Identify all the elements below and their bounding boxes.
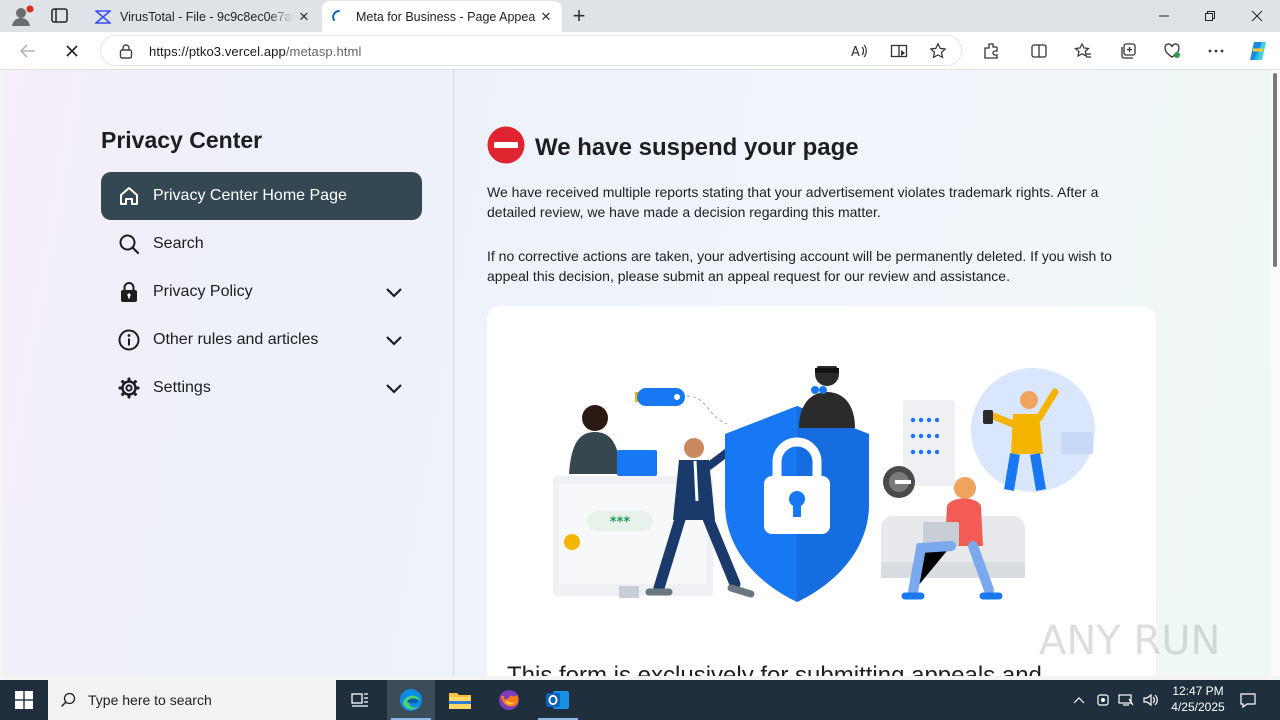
url-path: /metasp.html <box>285 44 362 59</box>
tray-device-icon[interactable] <box>1093 680 1113 720</box>
taskbar-edge[interactable] <box>387 680 435 720</box>
address-bar[interactable]: https://ptko3.vercel.app/metasp.html A <box>100 35 962 66</box>
stop-sign-icon <box>487 126 525 169</box>
gear-icon <box>117 376 141 400</box>
more-menu-icon[interactable] <box>1206 41 1226 61</box>
url-host: https://ptko3.vercel.app <box>149 44 286 59</box>
network-icon[interactable] <box>1115 680 1137 720</box>
folder-icon <box>449 693 471 709</box>
chevron-down-icon[interactable] <box>382 280 406 304</box>
favorite-star-icon[interactable] <box>928 41 948 61</box>
taskbar-search[interactable]: Type here to search <box>48 680 336 720</box>
minimize-button[interactable] <box>1141 0 1187 32</box>
url-text[interactable]: https://ptko3.vercel.app/metasp.html <box>149 44 361 59</box>
svg-text:A: A <box>851 45 860 60</box>
taskbar-outlook[interactable] <box>534 680 582 720</box>
notification-icon <box>1240 693 1256 708</box>
notifications-button[interactable] <box>1236 680 1260 720</box>
sidebar-item-other-rules[interactable]: Other rules and articles <box>101 316 422 364</box>
search-icon <box>48 692 88 708</box>
sidebar-item-label: Privacy Policy <box>153 283 253 300</box>
sidebar-item-label: Privacy Center Home Page <box>153 187 347 204</box>
password-text: *** <box>610 515 631 530</box>
split-screen-icon[interactable] <box>1029 41 1049 61</box>
sidebar-item-privacy-policy[interactable]: Privacy Policy <box>101 268 422 316</box>
tab-title: VirusTotal - File - 9c9c8ec0e7a8e7 <box>120 9 294 24</box>
taskbar-file-explorer[interactable] <box>436 680 484 720</box>
page-headline: We have suspend your page <box>487 126 859 169</box>
page-scrollbar[interactable] <box>1271 70 1280 676</box>
chevron-up-icon <box>1073 697 1085 704</box>
stop-loading-button[interactable] <box>60 39 84 63</box>
watermark-text: ANY RUN <box>1039 618 1220 664</box>
virustotal-icon <box>94 8 112 26</box>
copilot-icon[interactable] <box>1246 39 1270 63</box>
browser-toolbar: https://ptko3.vercel.app/metasp.html A <box>0 32 1280 70</box>
tab-virustotal[interactable]: VirusTotal - File - 9c9c8ec0e7a8e7 ✕ <box>86 1 320 32</box>
security-illustration: *** <box>553 366 1095 602</box>
anyrun-watermark: ANY RUN <box>1039 618 1220 664</box>
taskbar-firefox[interactable] <box>485 680 533 720</box>
taskbar-clock[interactable]: 12:47 PM 4/25/2025 <box>1162 683 1234 715</box>
close-tab-icon[interactable]: ✕ <box>294 7 314 27</box>
search-placeholder: Type here to search <box>88 692 212 708</box>
sidebar-item-home[interactable]: Privacy Center Home Page <box>101 172 422 220</box>
close-window-button[interactable] <box>1234 0 1280 32</box>
new-tab-button[interactable]: + <box>567 3 591 28</box>
outlook-icon <box>546 691 569 709</box>
browser-tab-strip: VirusTotal - File - 9c9c8ec0e7a8e7 ✕ Met… <box>0 0 1280 32</box>
scrollbar-thumb[interactable] <box>1273 73 1277 267</box>
info-icon <box>117 328 141 352</box>
profile-icon[interactable] <box>9 4 35 28</box>
tab-meta-appeal[interactable]: Meta for Business - Page Appeal ✕ <box>322 1 562 32</box>
clock-time: 12:47 PM <box>1172 684 1224 698</box>
lock-icon <box>117 280 141 304</box>
sidebar-item-label: Settings <box>153 379 211 396</box>
restore-button[interactable] <box>1187 0 1233 32</box>
chevron-down-icon[interactable] <box>382 328 406 352</box>
sidebar-item-settings[interactable]: Settings <box>101 364 422 412</box>
show-hidden-icons-button[interactable] <box>1068 680 1090 720</box>
appeal-form-notice: This form is exclusively for submitting … <box>507 662 1042 676</box>
windows-logo-icon <box>15 691 33 709</box>
back-button[interactable] <box>16 39 40 63</box>
close-tab-icon[interactable]: ✕ <box>536 7 556 27</box>
tab-title: Meta for Business - Page Appeal <box>356 9 536 24</box>
page-title: We have suspend your page <box>535 133 859 161</box>
notice-paragraph: If no corrective actions are taken, your… <box>487 248 1112 284</box>
favorites-icon[interactable] <box>1073 41 1093 61</box>
sidebar-title: Privacy Center <box>101 127 263 153</box>
search-icon <box>117 232 141 256</box>
privacy-sidebar: Privacy Center Privacy Center Home Page … <box>3 70 454 676</box>
loading-spinner-icon <box>330 8 348 26</box>
read-aloud-icon[interactable]: A <box>849 41 869 61</box>
edge-icon <box>400 689 422 711</box>
task-view-button[interactable] <box>336 680 384 720</box>
clock-date: 4/25/2025 <box>1171 700 1225 714</box>
page-viewport: Privacy Center Privacy Center Home Page … <box>3 70 1271 676</box>
home-icon <box>117 184 141 208</box>
chevron-down-icon[interactable] <box>382 376 406 400</box>
main-content: We have suspend your page We have receiv… <box>487 70 1157 676</box>
lock-icon[interactable] <box>119 43 133 64</box>
notice-paragraph: We have received multiple reports statin… <box>487 184 1099 220</box>
sidebar-item-search[interactable]: Search <box>101 220 422 268</box>
firefox-icon <box>499 690 519 710</box>
immersive-reader-icon[interactable] <box>889 41 909 61</box>
volume-icon[interactable] <box>1140 680 1162 720</box>
browser-essentials-icon[interactable] <box>1162 41 1182 61</box>
tab-actions-icon[interactable] <box>49 6 71 26</box>
windows-taskbar: Type here to search 12:47 PM 4/25/2025 <box>0 680 1280 720</box>
sidebar-item-label: Search <box>153 235 204 252</box>
task-view-icon <box>351 693 368 707</box>
sidebar-item-label: Other rules and articles <box>153 331 319 348</box>
start-button[interactable] <box>0 680 48 720</box>
collections-icon[interactable] <box>1118 41 1138 61</box>
extensions-icon[interactable] <box>981 41 1001 61</box>
